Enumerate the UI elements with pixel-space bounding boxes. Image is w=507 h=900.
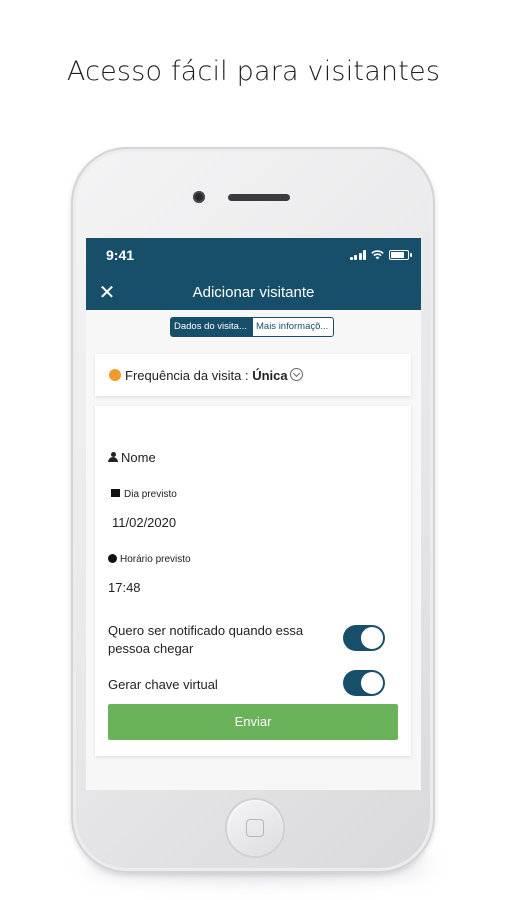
status-time: 9:41 <box>106 247 135 263</box>
person-icon <box>108 452 118 462</box>
frequency-label: Frequência da visita : <box>125 368 253 383</box>
clock-icon <box>108 554 117 563</box>
frequency-value: Única <box>252 368 288 383</box>
status-dot-icon <box>109 369 121 381</box>
toggle-knob <box>361 627 383 649</box>
chevron-down-icon <box>289 368 303 381</box>
signal-icon <box>349 250 366 260</box>
page-title: Adicionar visitante <box>192 284 315 301</box>
earpiece-speaker <box>228 194 290 201</box>
frequency-text: Frequência da visita : Única <box>125 367 303 383</box>
front-camera <box>193 191 205 203</box>
name-label: Nome <box>121 450 156 465</box>
submit-button[interactable]: Enviar <box>108 704 398 740</box>
key-label: Gerar chave virtual <box>108 677 218 692</box>
home-square-icon <box>246 819 264 837</box>
time-label: Horário previsto <box>120 554 191 565</box>
status-icons <box>349 250 412 260</box>
frequency-selector[interactable]: Frequência da visita : Única <box>95 354 411 396</box>
virtual-key-toggle[interactable] <box>343 670 385 696</box>
calendar-icon <box>111 489 120 497</box>
date-label: Dia previsto <box>124 489 177 500</box>
time-label-row: Horário previsto <box>108 554 191 565</box>
segmented-control: Dados do visita... Mais informaçõ... <box>170 317 334 337</box>
status-bar: 9:41 <box>86 238 421 274</box>
nav-bar: ✕ Adicionar visitante <box>86 274 421 310</box>
date-label-row: Dia previsto <box>111 489 177 500</box>
notify-label: Quero ser notificado quando essa pessoa … <box>108 623 304 656</box>
headline: Acesso fácil para visitantes <box>66 56 441 87</box>
date-field[interactable]: 11/02/2020 <box>112 515 176 530</box>
toggle-knob <box>361 672 383 694</box>
wifi-icon <box>371 250 384 260</box>
app-screen: 9:41 ✕ Adicionar visitante Dados do visi… <box>86 238 421 790</box>
time-field[interactable]: 17:48 <box>108 580 141 595</box>
battery-icon <box>389 250 412 260</box>
notify-toggle[interactable] <box>343 625 385 651</box>
home-button[interactable] <box>227 800 283 856</box>
visitor-form: Nome Dia previsto 11/02/2020 Horário pre… <box>95 406 411 756</box>
tab-more-info[interactable]: Mais informaçõ... <box>252 317 334 337</box>
tab-visit-data[interactable]: Dados do visita... <box>170 317 252 337</box>
name-field[interactable]: Nome <box>108 450 156 465</box>
